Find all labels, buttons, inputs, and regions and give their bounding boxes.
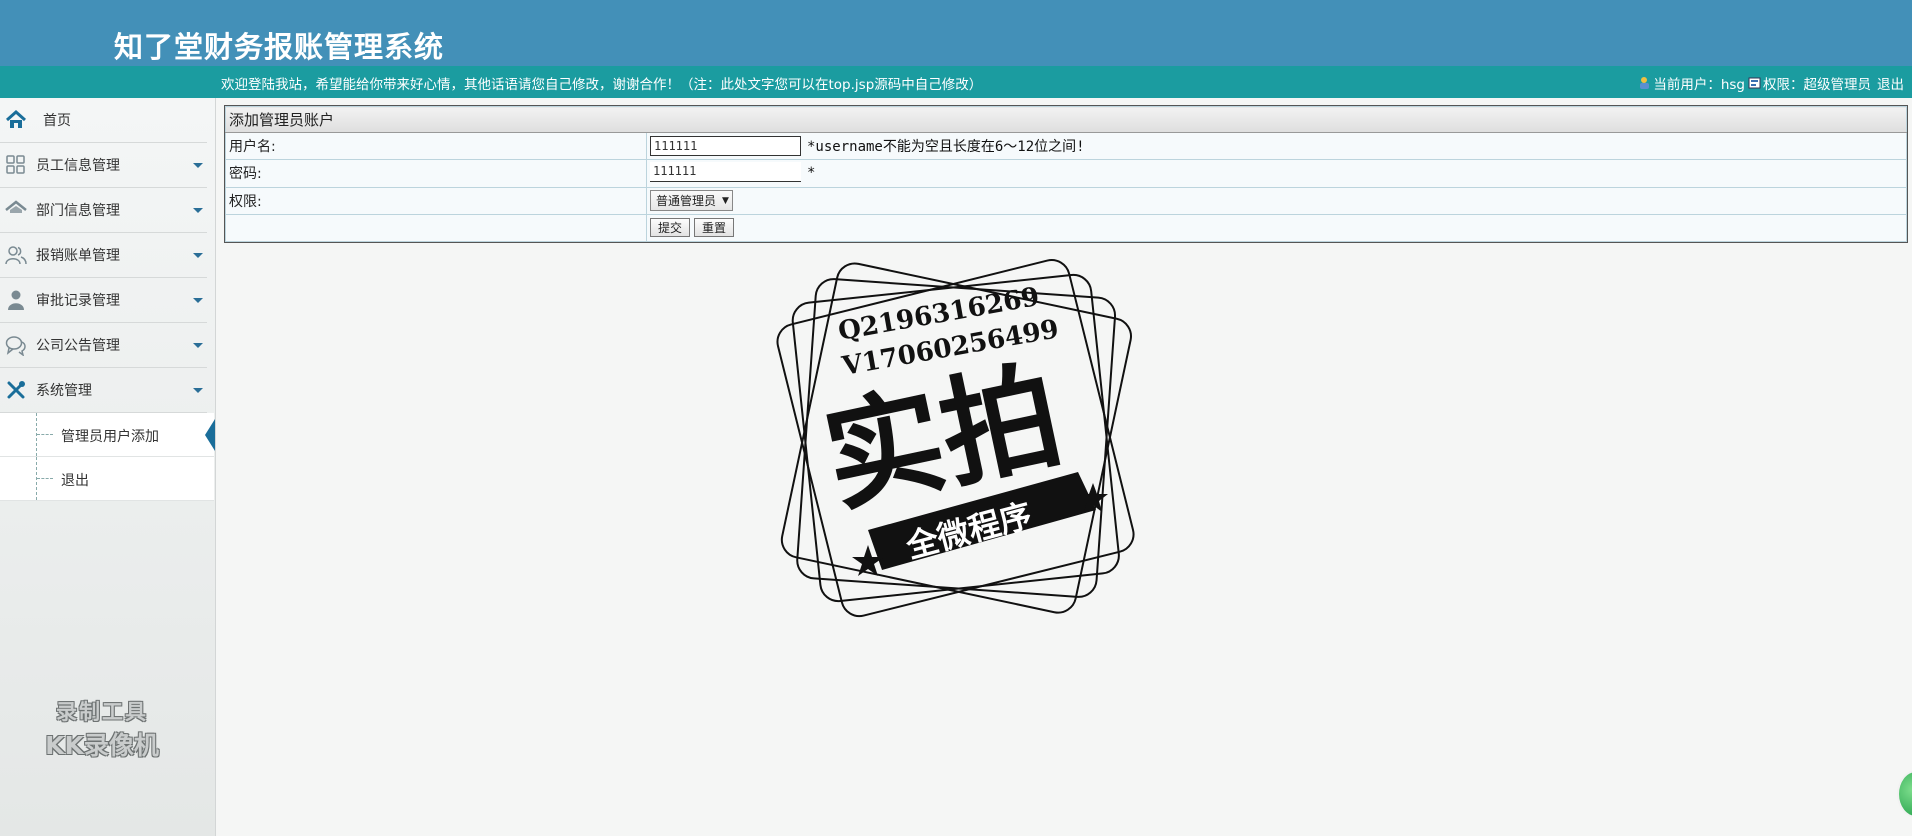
password-input[interactable]: 111111 xyxy=(650,162,801,183)
password-label: 密码: xyxy=(225,159,647,188)
recorder-watermark-line2: KK录像机 xyxy=(45,731,159,760)
form-row-password: 密码: 111111 * xyxy=(225,159,1907,188)
sidebar-subitem-label: 管理员用户添加 xyxy=(61,429,159,445)
user-icon xyxy=(1638,76,1652,90)
chevron-down-icon xyxy=(193,253,203,258)
empty-cell xyxy=(225,213,647,243)
dropdown-arrow-icon: ▼ xyxy=(722,195,729,206)
chevron-down-icon xyxy=(193,298,203,303)
password-cell: 111111 * xyxy=(646,159,1907,188)
role-label: 权限: xyxy=(225,186,647,215)
sidebar-item-employee[interactable]: 员工信息管理 xyxy=(0,143,207,188)
sidebar-subitem-add-admin[interactable]: 管理员用户添加 xyxy=(0,413,215,457)
username-hint: *username不能为空且长度在6～12位之间! xyxy=(807,139,1085,156)
actions-cell: 提交 重置 xyxy=(646,213,1907,243)
sidebar-item-home[interactable]: 首页 xyxy=(0,98,207,143)
sidebar-item-reimbursement[interactable]: 报销账单管理 xyxy=(0,233,207,278)
tools-icon xyxy=(5,379,27,401)
app-header: 知了堂财务报账管理系统 xyxy=(0,0,1912,66)
tree-branch xyxy=(37,478,53,479)
sidebar-item-label: 首页 xyxy=(43,113,71,129)
chevron-down-icon xyxy=(193,163,203,168)
sidebar-item-label: 报销账单管理 xyxy=(36,248,120,264)
house-icon xyxy=(5,199,27,221)
username-input[interactable]: 111111 xyxy=(650,136,801,157)
form-caption: 添加管理员账户 xyxy=(225,105,1907,134)
permission-label: 权限：超级管理员 xyxy=(1763,77,1871,93)
welcome-message: 欢迎登陆我站，希望能给你带来好心情，其他话语请您自己修改，谢谢合作！（注：此处文… xyxy=(221,77,983,93)
stamp-watermark: Q2196316269 V17060256499 实拍 全微程序 xyxy=(776,259,1135,618)
active-indicator-arrow xyxy=(205,419,215,451)
sidebar-item-label: 员工信息管理 xyxy=(36,158,120,174)
sidebar-item-label: 审批记录管理 xyxy=(36,293,120,309)
sidebar-item-department[interactable]: 部门信息管理 xyxy=(0,188,207,233)
password-hint: * xyxy=(807,165,816,182)
chevron-down-icon xyxy=(193,343,203,348)
logout-link[interactable]: 退出 xyxy=(1877,73,1904,93)
chevron-down-icon xyxy=(193,388,203,393)
sidebar-item-label: 公司公告管理 xyxy=(36,338,120,354)
current-user-label: 当前用户：hsg xyxy=(1653,77,1745,93)
add-admin-form: 添加管理员账户 用户名: 111111 *username不能为空且长度在6～12… xyxy=(224,105,1908,243)
sidebar-item-label: 部门信息管理 xyxy=(36,203,120,219)
submit-button[interactable]: 提交 xyxy=(650,218,691,238)
top-info-bar: 欢迎登陆我站，希望能给你带来好心情，其他话语请您自己修改，谢谢合作！（注：此处文… xyxy=(0,66,1912,98)
chat-icon xyxy=(5,334,27,357)
app-title: 知了堂财务报账管理系统 xyxy=(114,30,445,64)
form-caption-row: 添加管理员账户 xyxy=(225,105,1907,134)
person-icon xyxy=(5,289,27,311)
reset-button[interactable]: 重置 xyxy=(694,218,735,238)
sidebar: 首页 员工信息管理 部门信息管理 报销账单管理 审批记录管理 公司公告管理 系统… xyxy=(0,98,216,836)
form-row-role: 权限: 普通管理员 ▼ xyxy=(225,186,1907,215)
users-icon xyxy=(5,244,27,266)
role-cell: 普通管理员 ▼ xyxy=(646,186,1907,215)
recorder-watermark-line1: 录制工具 xyxy=(56,700,148,724)
tree-branch xyxy=(37,434,53,435)
form-row-actions: 提交 重置 xyxy=(225,213,1907,243)
form-table: 添加管理员账户 用户名: 111111 *username不能为空且长度在6～12… xyxy=(225,105,1907,243)
sidebar-item-announcement[interactable]: 公司公告管理 xyxy=(0,323,207,368)
home-icon xyxy=(5,109,27,131)
form-row-username: 用户名: 111111 *username不能为空且长度在6～12位之间! xyxy=(225,132,1907,161)
role-select[interactable]: 普通管理员 ▼ xyxy=(650,190,733,212)
user-info: 当前用户：hsg 权限：超级管理员 退出 xyxy=(1638,73,1904,93)
sidebar-subitem-label: 退出 xyxy=(61,473,89,489)
username-label: 用户名: xyxy=(225,132,647,161)
chevron-down-icon xyxy=(193,208,203,213)
permission-icon xyxy=(1748,76,1762,90)
sidebar-item-system[interactable]: 系统管理 xyxy=(0,368,207,413)
recorder-watermark: 录制工具 KK录像机 xyxy=(32,696,172,762)
sidebar-item-approval[interactable]: 审批记录管理 xyxy=(0,278,207,323)
role-select-value: 普通管理员 xyxy=(656,194,717,209)
sidebar-subitem-logout[interactable]: 退出 xyxy=(0,457,214,501)
username-cell: 111111 *username不能为空且长度在6～12位之间! xyxy=(646,132,1907,161)
sidebar-item-label: 系统管理 xyxy=(36,383,92,399)
grid-icon xyxy=(5,154,27,176)
floating-widget-icon[interactable] xyxy=(1897,770,1912,818)
